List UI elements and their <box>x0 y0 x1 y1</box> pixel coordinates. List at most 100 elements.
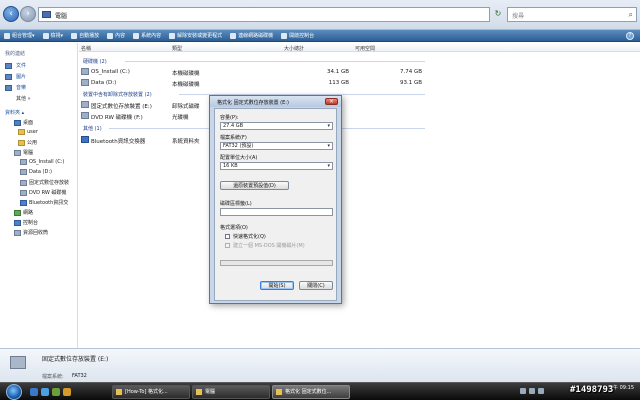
list-item[interactable]: Bluetooth資訊交換器 系統資料夾 <box>79 135 640 145</box>
capacity-select[interactable]: 27.4 GB ▾ <box>220 122 333 130</box>
list-item[interactable]: Data (D:) 本機磁碟機 113 GB 93.1 GB <box>79 78 640 88</box>
group-other[interactable]: 其他 (1) <box>83 125 102 132</box>
taskbar-item-computer[interactable]: 電腦 <box>192 385 270 399</box>
autoplay-icon <box>71 32 78 39</box>
toolbar-uninstall[interactable]: 解除安裝或變更程式 <box>169 32 222 39</box>
favorites-header: 我的連結 <box>5 51 26 57</box>
network-drive-icon <box>230 32 237 39</box>
navigation-pane: 我的連結 文件 圖片 音樂 其他 » 資料夾 ▴ 桌面 user 公用 電腦 O… <box>0 43 78 348</box>
quicklaunch-media-icon[interactable] <box>52 388 60 396</box>
msdos-disk-checkbox[interactable]: 建立一個 MS-DOS 開機磁片(M) <box>225 242 305 249</box>
close-icon[interactable]: × <box>325 98 338 105</box>
filesystem-label: 檔案系統(F) <box>220 135 247 141</box>
checkbox-box[interactable] <box>225 234 230 239</box>
format-options-label: 格式選項(O) <box>220 225 248 231</box>
dialog-titlebar[interactable]: 格式化 固定式數位存放裝置 (E:) × <box>210 96 341 107</box>
removable-drive-icon <box>81 101 89 108</box>
tray-network-icon[interactable] <box>520 388 526 394</box>
control-panel-icon <box>281 32 288 39</box>
toolbar-map-drive[interactable]: 連線網路磁碟機 <box>230 32 273 39</box>
column-type[interactable]: 類型 <box>172 45 182 52</box>
tree-public[interactable]: 公用 <box>18 139 37 146</box>
checkbox-box[interactable] <box>225 243 230 248</box>
command-toolbar: 組合管理 ▾ 檢視 ▾ 自動播放 內容 系統內容 解除安裝或變更程式 連線網路磁… <box>0 30 640 42</box>
dvd-drive-icon <box>20 189 27 196</box>
search-input[interactable]: 搜尋 ⌕ <box>507 7 637 22</box>
back-button[interactable]: ‹ <box>3 6 19 22</box>
watermark: #1498793 <box>570 385 614 395</box>
toolbar-system-properties[interactable]: 系統內容 <box>133 32 161 39</box>
quick-format-checkbox[interactable]: 快速格式化(Q) <box>225 233 266 240</box>
list-item[interactable]: 固定式數位存放裝置 (E:) 卸除式磁碟 <box>79 100 640 110</box>
toolbar-autoplay[interactable]: 自動播放 <box>71 32 99 39</box>
folders-header[interactable]: 資料夾 ▴ <box>5 109 24 116</box>
list-item[interactable]: DVD RW 磁碟機 (F:) 光碟機 <box>79 111 640 121</box>
toolbar-view[interactable]: 檢視 ▾ <box>42 32 63 39</box>
toolbar-properties[interactable]: 內容 <box>107 32 125 39</box>
tray-security-icon[interactable] <box>538 388 544 394</box>
tree-control-panel[interactable]: 控制台 <box>14 219 38 226</box>
tray-volume-icon[interactable] <box>529 388 535 394</box>
bluetooth-icon <box>81 136 89 143</box>
volume-label-input[interactable] <box>220 208 333 216</box>
details-title: 固定式數位存放裝置 (E:) <box>42 356 109 363</box>
system-icon <box>133 32 140 39</box>
allocation-select[interactable]: 16 KB ▾ <box>220 162 333 170</box>
list-item[interactable]: OS_Install (C:) 本機磁碟機 34.1 GB 7.74 GB <box>79 67 640 77</box>
quicklaunch-desktop-icon[interactable] <box>30 388 38 396</box>
filesystem-select[interactable]: FAT32 (預設) ▾ <box>220 142 333 150</box>
file-list: 名稱 類型 大小總計 可用空間 硬碟機 (2) OS_Install (C:) … <box>79 43 640 348</box>
path-box[interactable]: 電腦 <box>38 7 490 22</box>
tree-desktop[interactable]: 桌面 <box>14 119 33 126</box>
favorite-documents[interactable]: 文件 <box>5 62 26 69</box>
quicklaunch-ie-icon[interactable] <box>41 388 49 396</box>
tree-computer[interactable]: 電腦 <box>14 149 33 156</box>
column-free[interactable]: 可用空間 <box>355 45 375 52</box>
music-icon <box>5 84 12 91</box>
search-placeholder: 搜尋 <box>512 13 525 20</box>
taskbar-item-format[interactable]: 格式化 固定式數位... <box>272 385 350 399</box>
properties-icon <box>107 32 114 39</box>
uninstall-icon <box>169 32 176 39</box>
search-icon[interactable]: ⌕ <box>629 10 633 20</box>
tree-user[interactable]: user <box>18 129 38 135</box>
group-hard-drives[interactable]: 硬碟機 (2) <box>83 58 107 65</box>
chevron-down-icon: ▾ <box>327 123 330 129</box>
address-bar: ‹ › 電腦 ↻ 搜尋 ⌕ <box>0 0 640 30</box>
help-icon[interactable]: ? <box>626 32 634 40</box>
start-format-button[interactable]: 開始(S) <box>260 281 294 290</box>
dialog-title: 格式化 固定式數位存放裝置 (E:) <box>217 100 289 106</box>
tree-recycle-bin[interactable]: 資源回收筒 <box>14 229 48 236</box>
tree-network[interactable]: 網路 <box>14 209 33 216</box>
drive-icon <box>20 169 27 175</box>
favorite-pictures[interactable]: 圖片 <box>5 73 26 80</box>
refresh-icon[interactable]: ↻ <box>492 8 504 20</box>
group-divider <box>125 61 425 62</box>
toolbar-control-panel[interactable]: 開啟控制台 <box>281 32 314 39</box>
tree-drive-c[interactable]: OS_Install (C:) <box>20 159 64 165</box>
start-button[interactable] <box>6 384 22 400</box>
format-dialog: 格式化 固定式數位存放裝置 (E:) × 容量(P): 27.4 GB ▾ 檔案系… <box>209 95 342 304</box>
tree-bluetooth[interactable]: Bluetooth資訊交 <box>20 199 68 206</box>
taskbar-item-browser[interactable]: [How-To] 格式化... <box>112 385 190 399</box>
quicklaunch-folder-icon[interactable] <box>63 388 71 396</box>
favorites-more[interactable]: 其他 » <box>16 95 31 102</box>
restore-defaults-button[interactable]: 還原裝置預設值(D) <box>220 181 289 190</box>
group-removable[interactable]: 裝置中含有卸除式存放裝置 (2) <box>83 91 152 98</box>
dialog-body: 容量(P): 27.4 GB ▾ 檔案系統(F) FAT32 (預設) ▾ 配置單位… <box>214 108 337 301</box>
toolbar-organize[interactable]: 組合管理 ▾ <box>4 32 35 39</box>
column-name[interactable]: 名稱 <box>81 45 91 52</box>
drive-icon <box>20 159 27 165</box>
tree-drive-d[interactable]: Data (D:) <box>20 169 52 175</box>
format-icon <box>276 389 282 395</box>
close-dialog-button[interactable]: 關閉(C) <box>299 281 333 290</box>
forward-button[interactable]: › <box>20 6 36 22</box>
drive-icon <box>81 68 89 75</box>
favorite-music[interactable]: 音樂 <box>5 84 26 91</box>
path-text: 電腦 <box>55 13 68 20</box>
column-size[interactable]: 大小總計 <box>284 45 304 52</box>
tree-drive-e[interactable]: 固定式數位存放裝 <box>20 179 69 186</box>
tree-drive-f[interactable]: DVD RW 磁碟機 <box>20 189 66 196</box>
column-header: 名稱 類型 大小總計 可用空間 <box>79 43 640 52</box>
network-icon <box>14 209 21 216</box>
